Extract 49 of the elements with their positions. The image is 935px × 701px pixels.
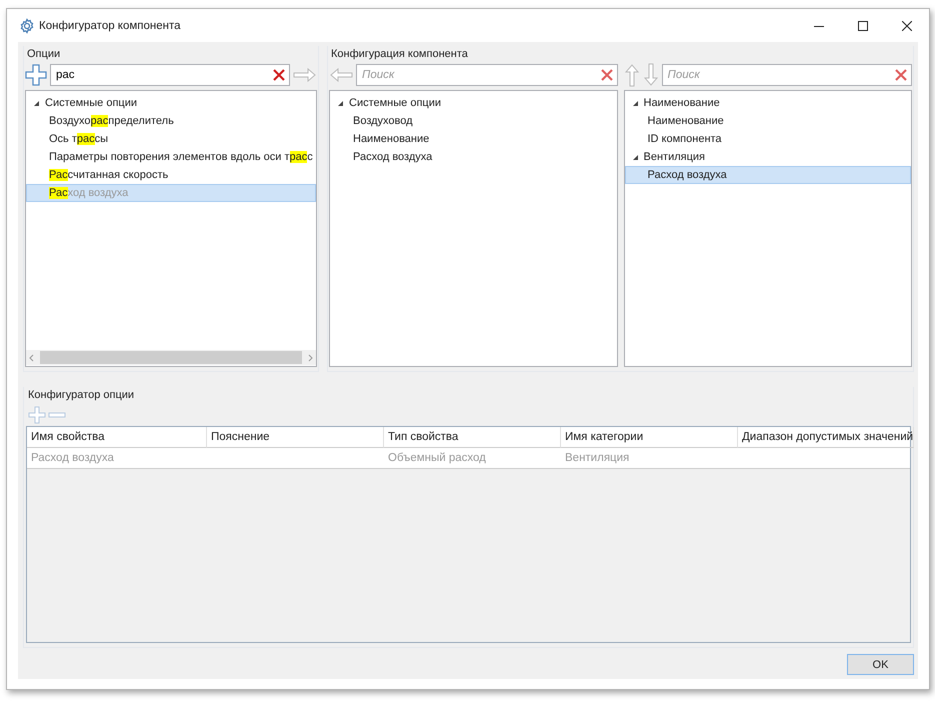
tree-label: Системные опции [45,97,138,109]
clear-icon[interactable] [272,68,286,82]
down-arrow-icon[interactable] [642,63,658,87]
search-input[interactable]: рас [56,69,272,81]
tree-item[interactable]: ID компонента [624,130,911,148]
tree-item[interactable]: Наименование [624,112,911,130]
close-icon [902,20,912,30]
tree-item[interactable]: Ось трассы [26,130,316,148]
table-cell: Объемный расход [384,448,561,469]
clear-icon[interactable] [600,68,614,82]
search-field[interactable]: Поиск [356,64,618,86]
collapse-icon[interactable] [632,154,638,160]
tree-item[interactable]: Воздухораспределитель [26,112,316,130]
add-icon[interactable] [25,64,47,86]
tree-item[interactable]: Наименование [330,130,616,148]
tree-node[interactable]: Системные опции [26,94,316,112]
tree-item[interactable]: Расход воздуха [624,166,911,184]
group-title: Конфигурация компонента [330,47,469,62]
group-title: Опции [26,47,62,62]
tree-item[interactable]: Расход воздуха [330,148,616,166]
tree-item[interactable]: Рассчитанная скорость [26,166,316,184]
horizontal-scrollbar[interactable] [26,350,316,365]
search-input[interactable]: Поиск [668,69,894,81]
tree-item[interactable]: Воздуховод [330,112,616,130]
tree-node[interactable]: Системные опции [330,94,616,112]
tree-label: Наименование [644,97,720,109]
search-input[interactable]: Поиск [362,69,600,81]
search-field[interactable]: Поиск [662,64,912,86]
tree-node[interactable]: Вентиляция [624,148,911,166]
tree-label: Системные опции [349,97,442,109]
right-arrow-icon[interactable] [293,67,317,83]
tree-node[interactable]: Наименование [624,94,911,112]
up-arrow-icon[interactable] [624,63,640,87]
gear-icon [19,18,35,34]
window-title: Конфигуратор компонента [39,20,182,32]
tree-item[interactable]: Параметры повторения элементов вдоль оси трасс [26,148,316,166]
table-cell: Вентиляция [561,448,738,469]
maximize-icon [858,20,868,30]
tree-label: Вентиляция [644,151,705,163]
left-arrow-icon[interactable] [329,67,353,83]
table-cell: Расход воздуха [27,448,207,469]
group-title: Конфигуратор опции [27,388,136,403]
search-field[interactable]: рас [50,64,290,86]
collapse-icon[interactable] [337,100,344,106]
clear-icon[interactable] [894,68,908,82]
collapse-icon[interactable] [632,100,638,106]
ok-button[interactable]: OK [847,654,914,675]
add-icon[interactable] [28,406,46,424]
collapse-icon[interactable] [33,100,40,106]
